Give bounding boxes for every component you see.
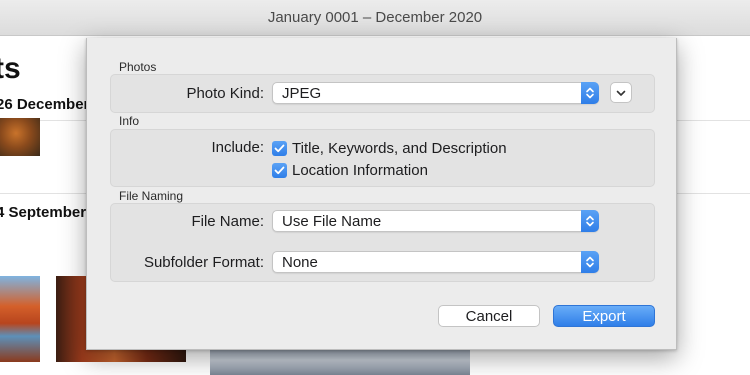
- export-dialog: Photos Photo Kind: JPEG Info Include: Ti…: [86, 38, 677, 350]
- window-title: January 0001 – December 2020: [267, 9, 483, 26]
- subfolder-format-select[interactable]: None: [272, 251, 599, 273]
- photo-kind-label: Photo Kind:: [186, 85, 264, 102]
- checkmark-icon[interactable]: [272, 140, 287, 156]
- section-title-info: Info: [119, 114, 140, 128]
- chevron-down-icon: [616, 84, 626, 102]
- file-name-select[interactable]: Use File Name: [272, 210, 599, 232]
- checkbox-location-information[interactable]: Location Information: [272, 161, 428, 179]
- section-title-file-naming: File Naming: [119, 189, 184, 203]
- checkmark-icon[interactable]: [272, 162, 287, 178]
- photo-thumbnail[interactable]: [0, 276, 40, 362]
- include-label: Include:: [211, 139, 264, 156]
- subfolder-format-value: None: [282, 254, 318, 271]
- disclosure-button[interactable]: [610, 82, 632, 103]
- up-down-chevron-icon: [581, 251, 599, 273]
- window-titlebar: January 0001 – December 2020: [0, 0, 750, 36]
- file-name-value: Use File Name: [282, 213, 382, 230]
- library-heading: ts: [0, 52, 21, 85]
- date-group-heading: 26 December: [0, 96, 90, 113]
- subfolder-format-label: Subfolder Format:: [143, 254, 264, 271]
- date-group-heading: 4 September 2: [0, 204, 99, 221]
- section-title-photos: Photos: [119, 60, 157, 74]
- checkbox-label: Location Information: [292, 161, 428, 179]
- photo-kind-value: JPEG: [282, 85, 322, 102]
- checkbox-title-keywords-description[interactable]: Title, Keywords, and Description: [272, 139, 507, 157]
- export-button[interactable]: Export: [553, 305, 655, 327]
- cancel-button[interactable]: Cancel: [438, 305, 540, 327]
- checkbox-label: Title, Keywords, and Description: [292, 139, 507, 157]
- photo-kind-select[interactable]: JPEG: [272, 82, 599, 104]
- photo-thumbnail[interactable]: [0, 118, 40, 156]
- up-down-chevron-icon: [581, 210, 599, 232]
- up-down-chevron-icon: [581, 82, 599, 104]
- file-name-label: File Name:: [191, 213, 264, 230]
